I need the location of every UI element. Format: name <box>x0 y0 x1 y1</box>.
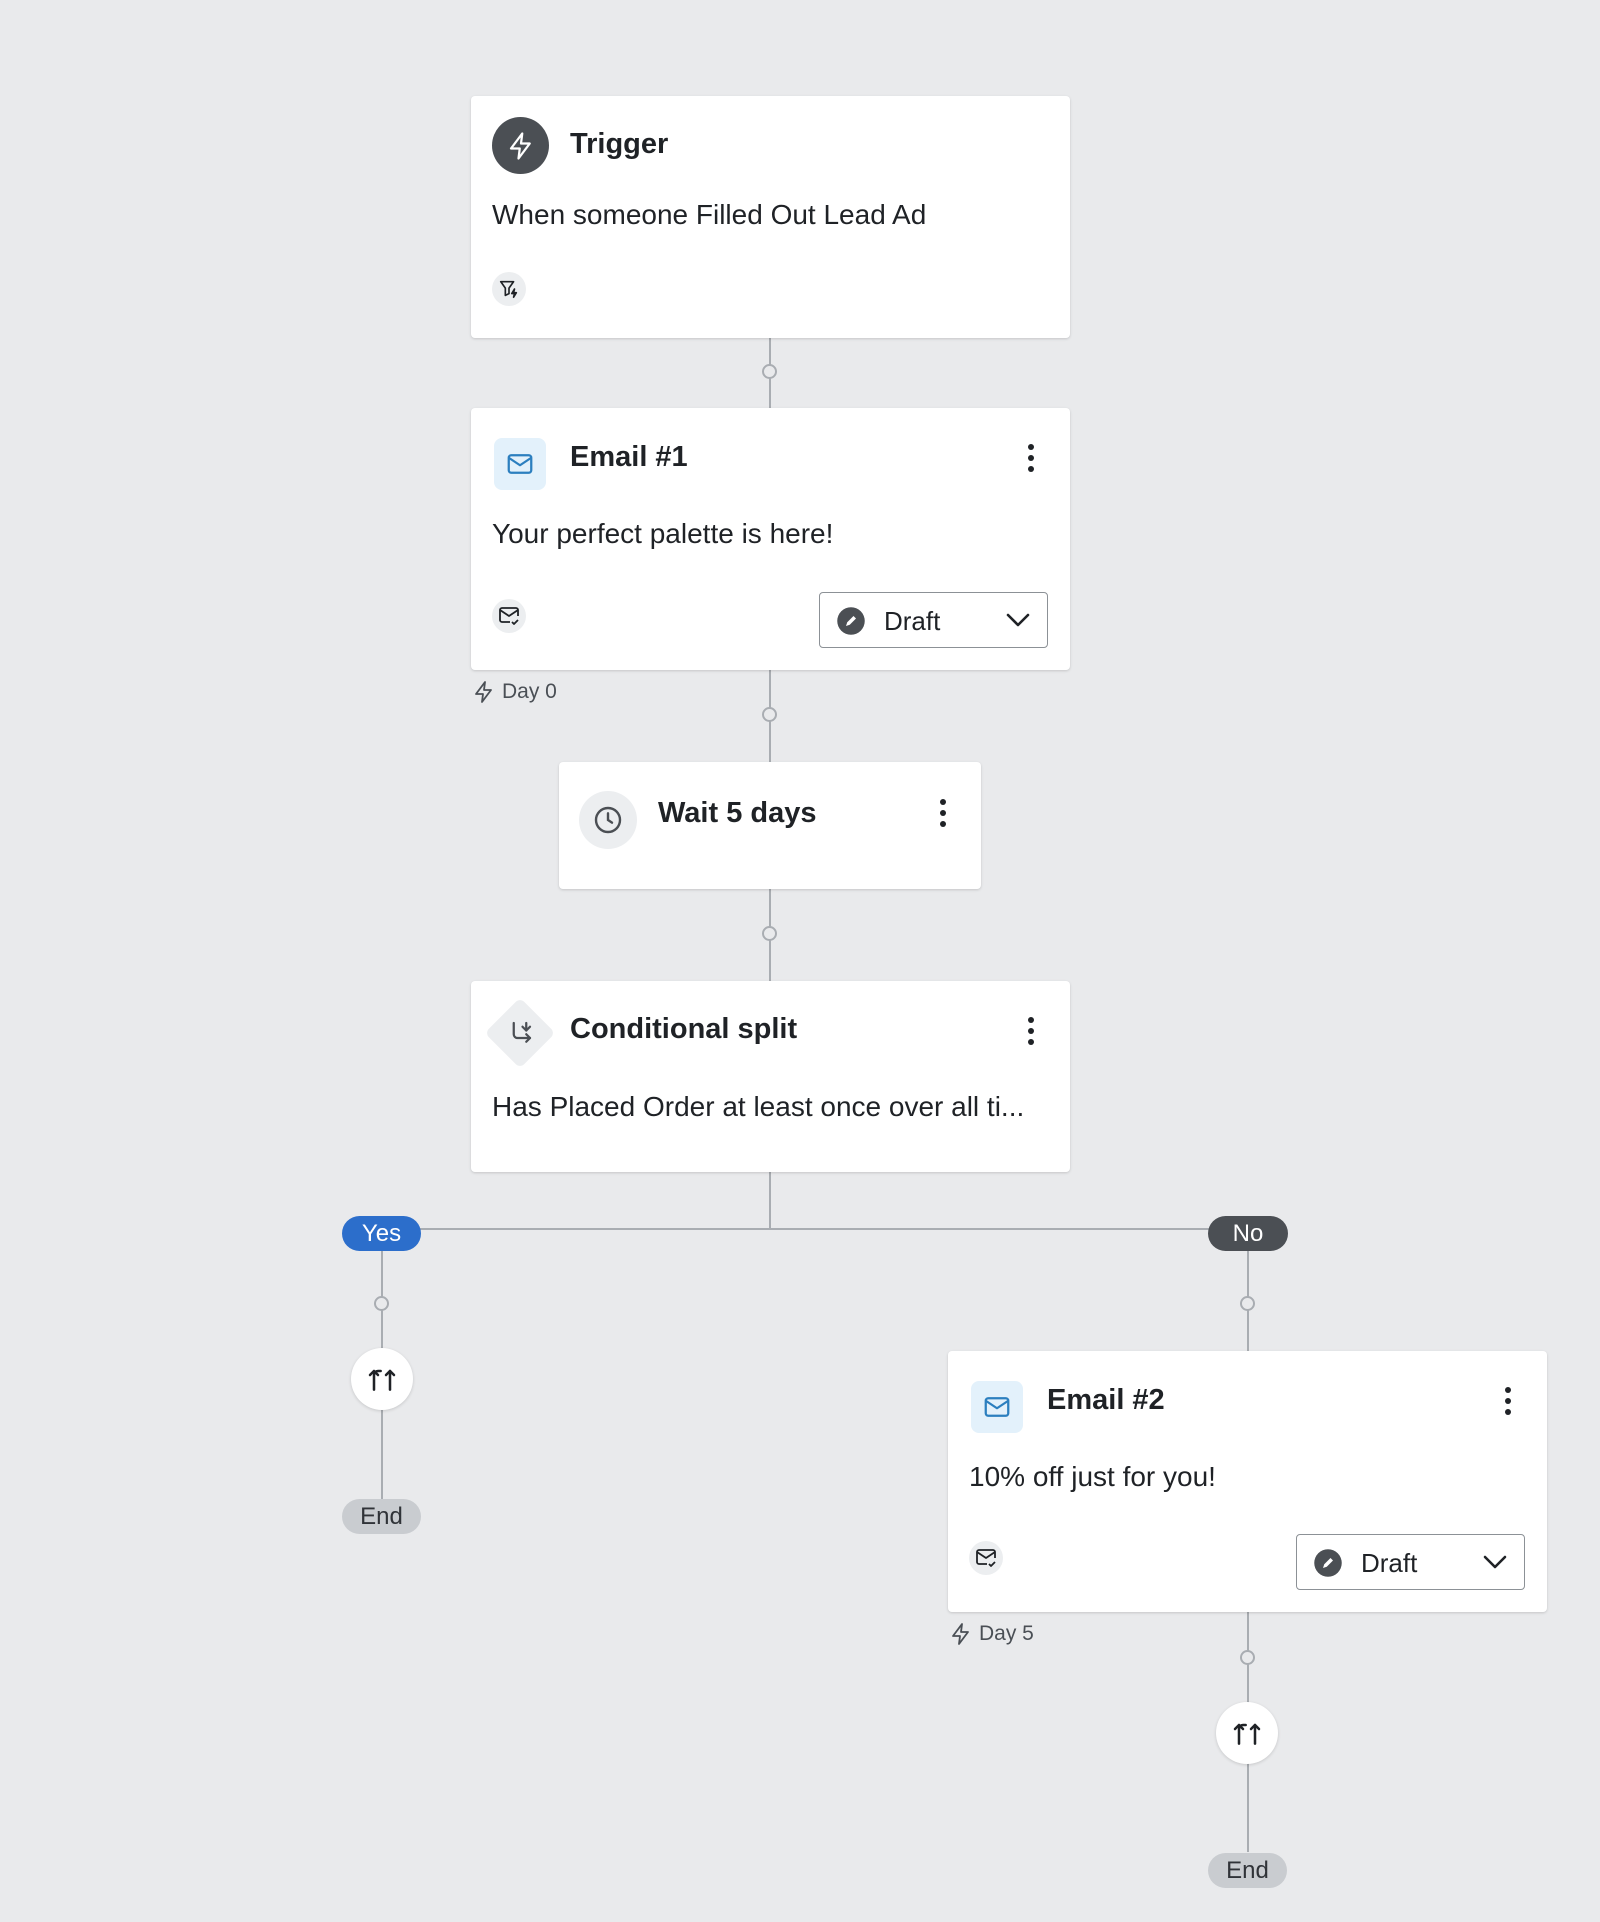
connector-dot <box>762 926 777 941</box>
trigger-title: Trigger <box>570 128 669 160</box>
connector-dot <box>1240 1650 1255 1665</box>
email-2-title: Email #2 <box>1047 1384 1165 1416</box>
branch-connector <box>381 1228 1249 1230</box>
exit-flow-button[interactable] <box>351 1348 413 1410</box>
chevron-down-icon <box>1005 609 1031 636</box>
envelope-icon <box>971 1381 1023 1433</box>
no-branch-label: No <box>1208 1216 1288 1251</box>
wait-card[interactable]: Wait 5 days <box>559 762 981 889</box>
draft-pencil-icon <box>1313 1548 1343 1583</box>
email-1-card[interactable]: Email #1 Your perfect palette is here! D… <box>471 408 1070 670</box>
envelope-icon <box>494 438 546 490</box>
email-1-status-dropdown[interactable]: Draft <box>819 592 1048 648</box>
email-2-subject: 10% off just for you! <box>969 1461 1216 1492</box>
draft-pencil-icon <box>836 606 866 641</box>
email-check-icon[interactable] <box>969 1541 1003 1575</box>
email-check-icon[interactable] <box>492 599 526 633</box>
trigger-card[interactable]: Trigger When someone Filled Out Lead Ad <box>471 96 1070 338</box>
email-1-day-label: Day 0 <box>472 680 557 704</box>
flow-canvas: Trigger When someone Filled Out Lead Ad … <box>0 0 1600 1922</box>
connector-dot <box>762 707 777 722</box>
email-2-day-text: Day 5 <box>979 1622 1034 1645</box>
connector-dot <box>1240 1296 1255 1311</box>
split-more-menu-icon[interactable] <box>1019 1011 1043 1051</box>
yes-branch-label: Yes <box>342 1216 421 1251</box>
conditional-split-card[interactable]: Conditional split Has Placed Order at le… <box>471 981 1070 1172</box>
chevron-down-icon <box>1482 1551 1508 1578</box>
exit-flow-button[interactable] <box>1216 1702 1278 1764</box>
filter-lightning-icon[interactable] <box>492 272 526 306</box>
exit-arrows-icon <box>368 1369 396 1391</box>
no-end-label: End <box>1208 1853 1287 1888</box>
email-2-card[interactable]: Email #2 10% off just for you! Draft <box>948 1351 1547 1612</box>
split-icon <box>484 997 556 1069</box>
wait-more-menu-icon[interactable] <box>931 793 955 833</box>
wait-title: Wait 5 days <box>658 797 817 829</box>
email-2-status-label: Draft <box>1361 1548 1418 1578</box>
connector <box>769 1172 771 1230</box>
clock-icon <box>579 791 637 849</box>
email-1-title: Email #1 <box>570 441 688 473</box>
lightning-icon <box>492 117 549 174</box>
connector-dot <box>762 364 777 379</box>
email-1-subject: Your perfect palette is here! <box>492 518 834 549</box>
split-title: Conditional split <box>570 1013 798 1045</box>
email-2-status-dropdown[interactable]: Draft <box>1296 1534 1525 1590</box>
connector-dot <box>374 1296 389 1311</box>
lightning-icon <box>952 1623 969 1645</box>
trigger-description: When someone Filled Out Lead Ad <box>492 199 927 230</box>
email-1-day-text: Day 0 <box>502 680 557 703</box>
exit-arrows-icon <box>1233 1723 1261 1745</box>
email-2-more-menu-icon[interactable] <box>1496 1381 1520 1421</box>
lightning-icon <box>475 681 492 703</box>
split-condition: Has Placed Order at least once over all … <box>492 1091 1025 1122</box>
email-1-more-menu-icon[interactable] <box>1019 438 1043 478</box>
email-1-status-label: Draft <box>884 606 941 636</box>
email-2-day-label: Day 5 <box>949 1622 1034 1646</box>
yes-end-label: End <box>342 1499 421 1534</box>
